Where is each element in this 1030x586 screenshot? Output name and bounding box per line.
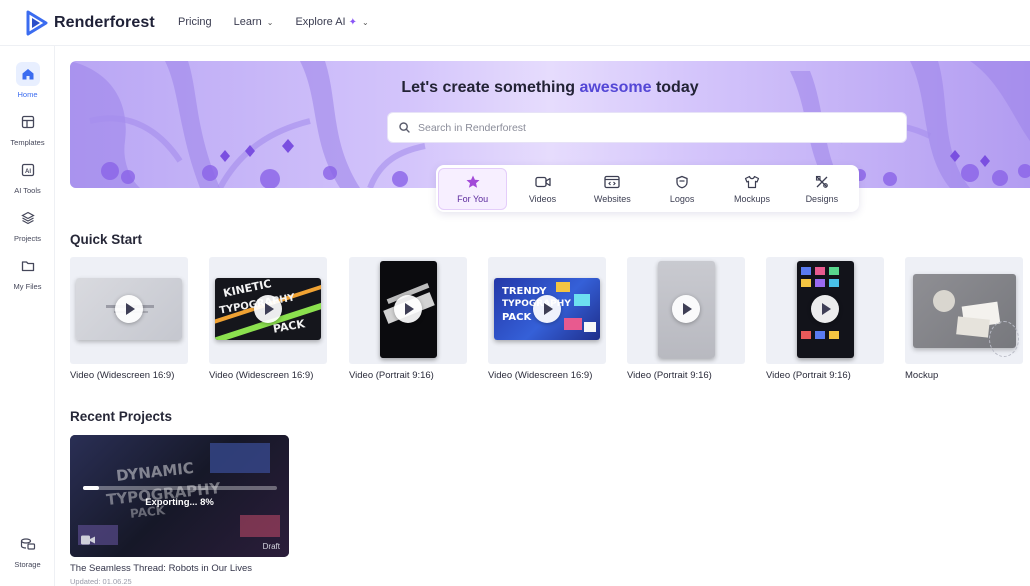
search-icon <box>399 122 410 133</box>
play-icon[interactable] <box>115 295 143 323</box>
sidebar-item-label: My Files <box>13 282 42 291</box>
folder-icon <box>16 254 40 278</box>
tab-label: Designs <box>805 193 839 204</box>
quick-start-label: Video (Widescreen 16:9) <box>488 370 593 381</box>
nav-explore-ai[interactable]: Explore AI ✦ ⌄ <box>295 16 368 28</box>
search-input[interactable] <box>418 121 888 134</box>
hero-title-start: Let's create something <box>401 79 580 96</box>
projects-icon <box>16 206 40 230</box>
nav-learn-label: Learn <box>233 16 262 28</box>
quick-start-card[interactable] <box>766 257 884 364</box>
thumb-text: PACK <box>271 317 306 336</box>
sidebar-item-label: AI Tools <box>14 186 41 195</box>
sidebar-item-label: Templates <box>10 138 45 147</box>
quick-start-label: Video (Widescreen 16:9) <box>70 370 175 381</box>
thumb-text: PACK <box>502 312 532 323</box>
card-thumbnail <box>76 278 182 340</box>
tab-videos[interactable]: Videos <box>508 168 577 210</box>
quick-start-label: Video (Portrait 9:16) <box>766 370 851 381</box>
hero-title-accent: awesome <box>579 79 652 96</box>
designs-icon <box>815 174 829 190</box>
tab-designs[interactable]: Designs <box>787 168 856 210</box>
play-icon[interactable] <box>533 295 561 323</box>
tab-label: Videos <box>528 193 557 204</box>
play-icon[interactable] <box>254 295 282 323</box>
chevron-down-icon: ⌄ <box>266 17 274 27</box>
quick-start-card[interactable]: KINETIC TYPOGRAPHY PACK <box>209 257 327 364</box>
sidebar-item-my-files[interactable]: My Files <box>0 254 55 291</box>
tab-for-you[interactable]: For You <box>438 167 508 210</box>
tab-mockups[interactable]: Mockups <box>717 168 786 210</box>
chevron-down-icon: ⌄ <box>362 17 369 27</box>
card-thumbnail <box>658 261 715 358</box>
card-thumbnail: KINETIC TYPOGRAPHY PACK <box>215 278 321 340</box>
sidebar-item-label: Home <box>17 90 38 99</box>
storage-icon <box>16 532 40 556</box>
quick-start-label: Video (Portrait 9:16) <box>627 370 712 381</box>
home-icon <box>15 62 40 86</box>
video-camera-icon <box>81 535 95 545</box>
thumb-text: TRENDY <box>502 286 547 297</box>
quick-start-card[interactable]: TRENDY TYPOGRAPHY PACK <box>488 257 606 364</box>
export-progress-fill <box>83 486 99 490</box>
quick-start-card[interactable] <box>70 257 188 364</box>
nav-learn[interactable]: Learn ⌄ <box>234 16 274 28</box>
card-thumbnail: TRENDY TYPOGRAPHY PACK <box>494 278 600 340</box>
sidebar-item-templates[interactable]: Templates <box>0 110 55 147</box>
svg-text:AI: AI <box>25 169 31 175</box>
sidebar-item-ai-tools[interactable]: AI AI Tools <box>0 158 55 195</box>
main-nav: Pricing Learn ⌄ Explore AI ✦ ⌄ <box>178 16 391 28</box>
ai-tools-icon: AI <box>16 158 40 182</box>
tab-logos[interactable]: Logos <box>648 168 717 210</box>
tab-label: Logos <box>669 193 695 204</box>
templates-icon <box>16 110 40 134</box>
play-icon[interactable] <box>394 295 422 323</box>
star-icon <box>465 174 481 190</box>
play-icon[interactable] <box>672 295 700 323</box>
hero-title: Let's create something awesome today <box>70 79 1030 97</box>
sidebar-item-label: Storage <box>14 560 41 569</box>
sidebar-item-storage[interactable]: Storage <box>0 532 55 569</box>
recent-project-card[interactable]: DYNAMIC TYPOGRAPHY PACK Exporting... 8% … <box>70 435 289 557</box>
nav-pricing[interactable]: Pricing <box>178 16 212 28</box>
recent-projects-heading: Recent Projects <box>70 409 173 424</box>
tab-label: Websites <box>593 193 631 204</box>
sidebar-item-label: Projects <box>13 234 42 243</box>
play-icon[interactable] <box>811 295 839 323</box>
project-title[interactable]: The Seamless Thread: Robots in Our Lives <box>70 563 252 574</box>
renderforest-play-icon <box>26 10 48 36</box>
quick-start-label: Mockup <box>905 370 939 381</box>
tab-label: Mockups <box>733 193 770 204</box>
quick-start-card[interactable] <box>349 257 467 364</box>
draft-badge: Draft <box>262 542 280 551</box>
search-bar[interactable] <box>387 112 907 143</box>
sidebar-item-home[interactable]: Home <box>0 62 55 99</box>
brand-name: Renderforest <box>54 14 155 31</box>
quick-start-heading: Quick Start <box>70 232 143 247</box>
export-status: Exporting... 8% <box>145 497 214 508</box>
sidebar-item-projects[interactable]: Projects <box>0 206 55 243</box>
nav-pricing-label: Pricing <box>178 16 212 28</box>
tab-label: For You <box>457 193 489 204</box>
quick-start-label: Video (Widescreen 16:9) <box>209 370 314 381</box>
card-thumbnail <box>797 261 854 358</box>
brand-logo[interactable]: Renderforest <box>26 10 155 36</box>
hero-title-end: today <box>651 79 699 96</box>
nav-explore-ai-label: Explore AI <box>295 16 346 28</box>
quick-start-card[interactable] <box>905 257 1023 364</box>
sparkle-icon: ✦ <box>348 16 357 28</box>
project-updated-date: Updated: 01.06.25 <box>70 577 132 586</box>
category-tabs: For You Videos Websites Logos Mockups De… <box>436 165 859 212</box>
website-icon <box>604 174 620 190</box>
logo-icon <box>675 174 689 190</box>
sidebar: Home Templates AI AI Tools Projects My F… <box>0 46 55 586</box>
quick-start-card[interactable] <box>627 257 745 364</box>
export-progress-bar <box>83 486 277 490</box>
video-camera-icon <box>534 174 551 190</box>
card-thumbnail <box>380 261 437 358</box>
quick-start-label: Video (Portrait 9:16) <box>349 370 434 381</box>
tab-websites[interactable]: Websites <box>578 168 647 210</box>
tshirt-icon <box>744 174 760 190</box>
top-bar: Renderforest Pricing Learn ⌄ Explore AI … <box>0 0 1030 46</box>
